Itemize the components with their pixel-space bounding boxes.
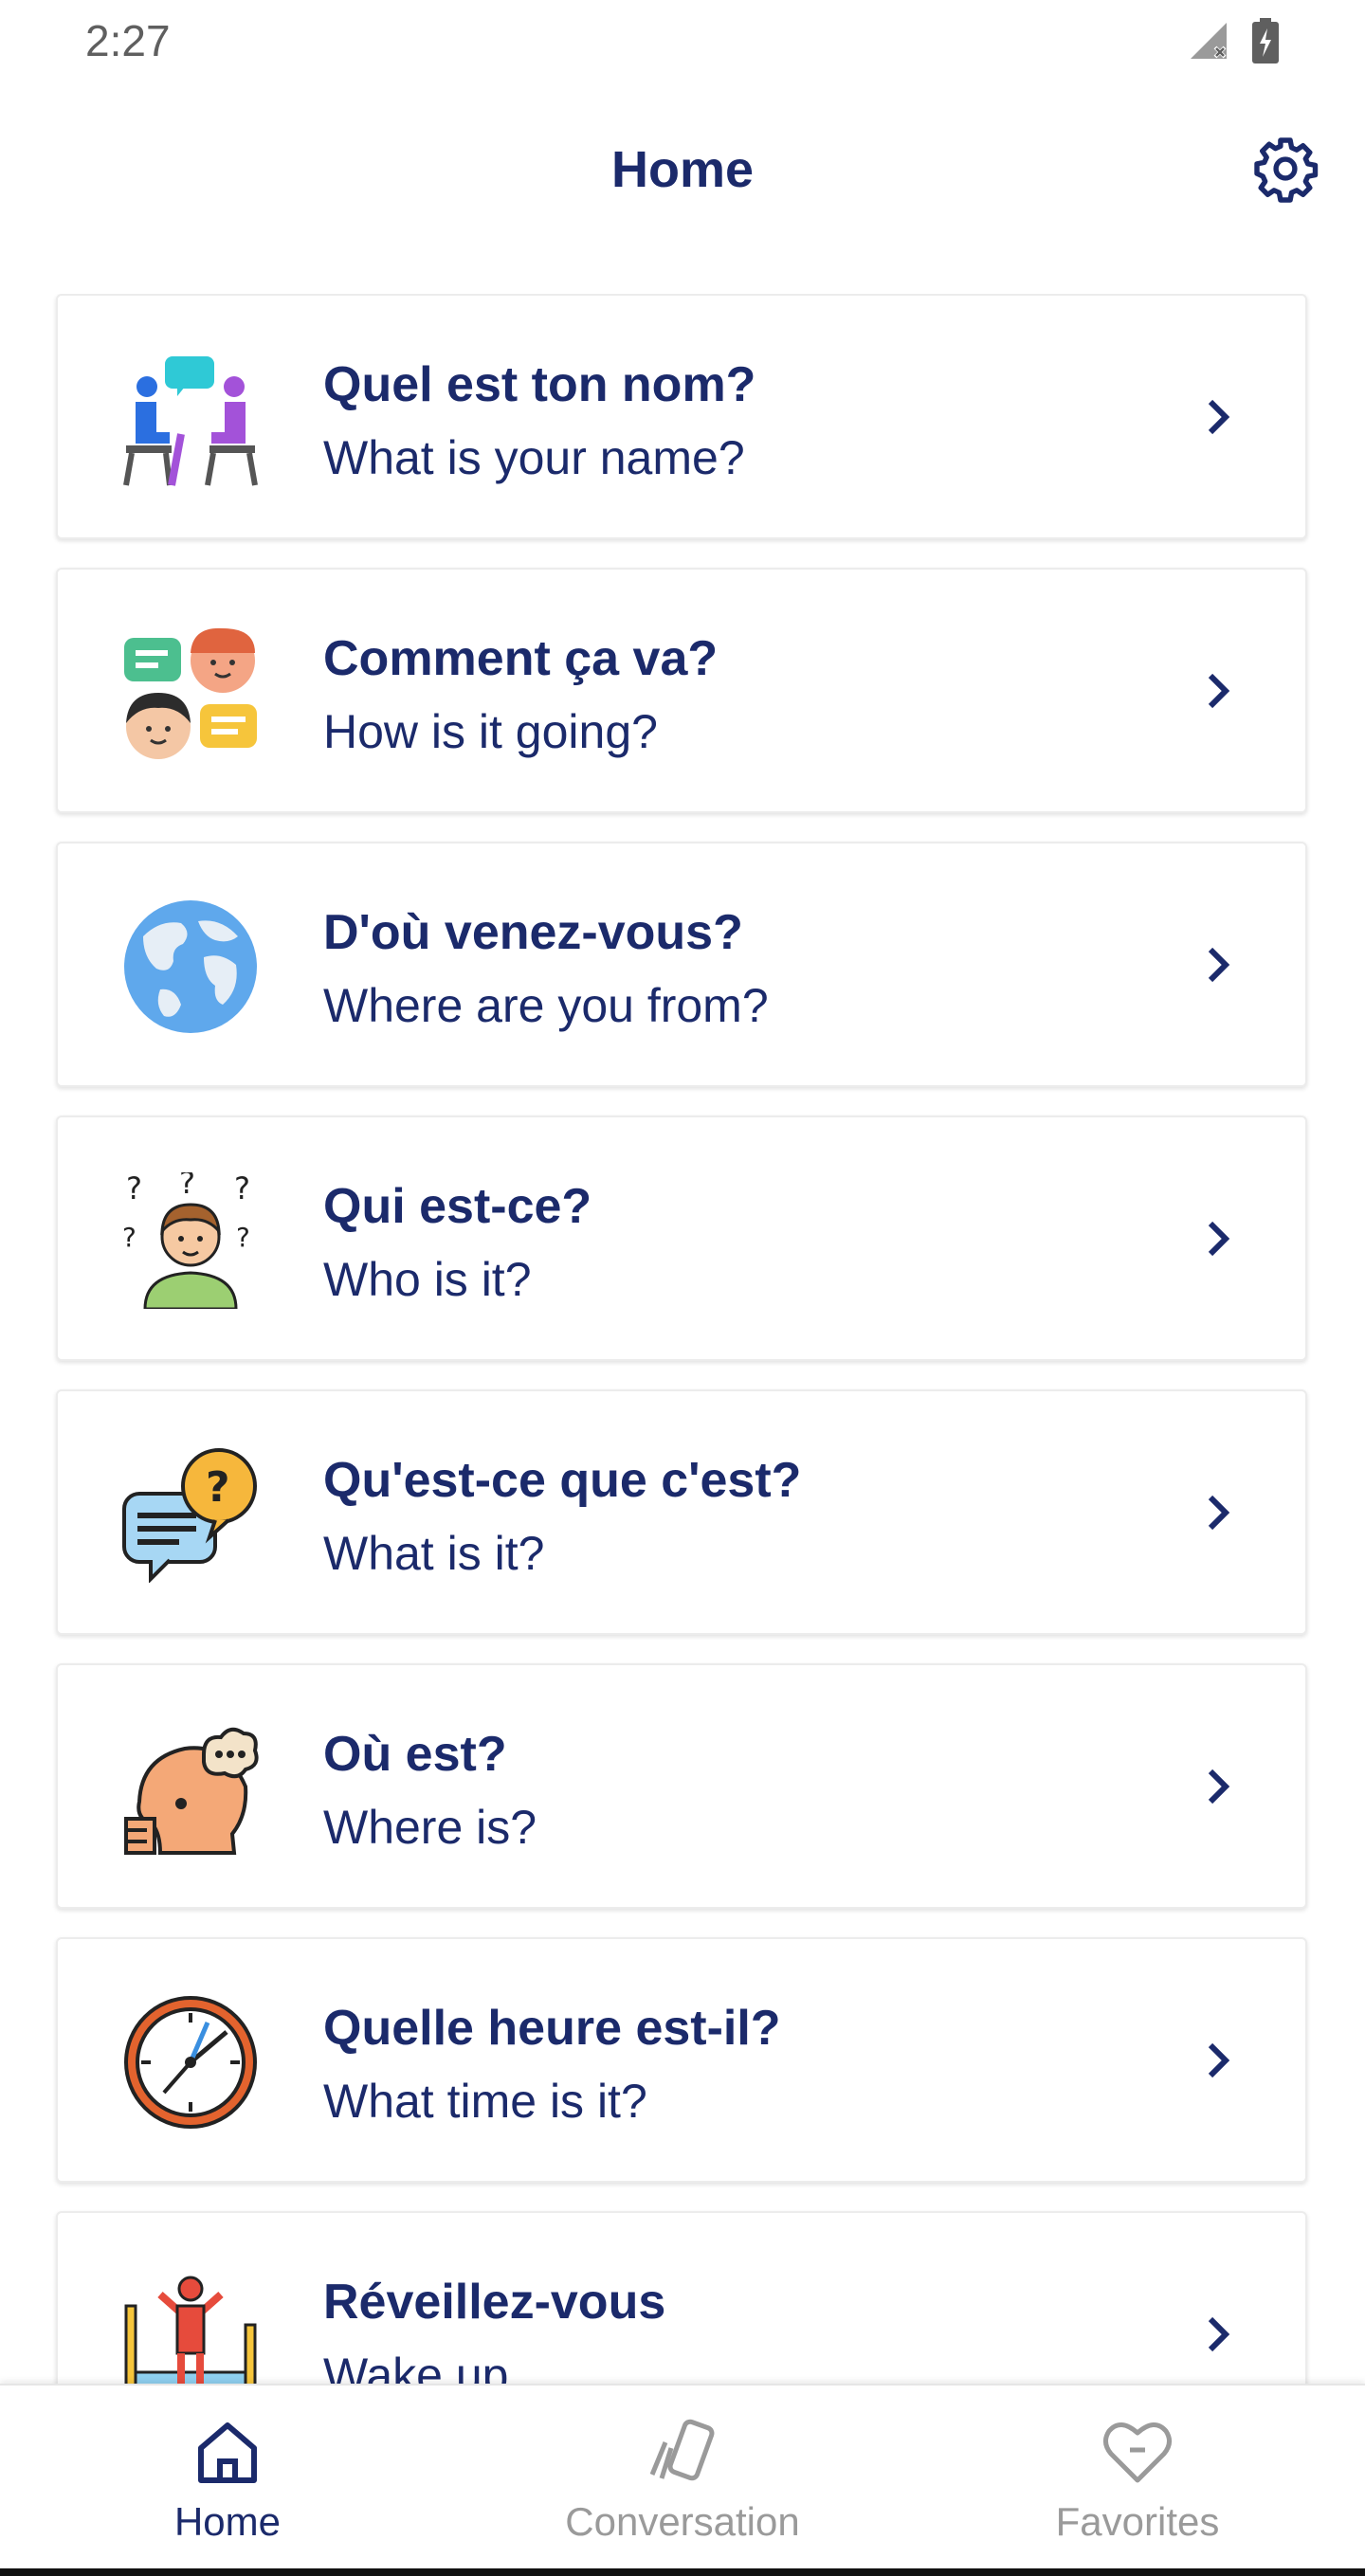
nav-conversation[interactable]: Conversation (455, 2386, 910, 2566)
system-nav-bar (0, 2568, 1365, 2576)
conversation-people-icon (122, 351, 259, 487)
wake-up-bed-icon (122, 2268, 259, 2384)
nav-home-label: Home (173, 2499, 282, 2544)
status-time: 2:27 (85, 16, 171, 65)
status-icons (1187, 17, 1280, 69)
chevron-right-icon (1190, 1758, 1247, 1815)
nav-favorites-label: Favorites (1055, 2499, 1220, 2544)
chevron-right-icon (1190, 1484, 1247, 1541)
lesson-title: Qu'est-ce que c'est? (323, 1453, 802, 1508)
lesson-card[interactable]: ? Qu'est-ce que c'est? What is it? (56, 1389, 1307, 1635)
lesson-subtitle: What is your name? (323, 431, 745, 484)
status-bar: 2:27 (0, 0, 1365, 85)
chevron-right-icon (1190, 389, 1247, 445)
chevron-right-icon (1190, 662, 1247, 719)
svg-text:?: ? (206, 1463, 230, 1512)
lesson-card[interactable]: Quelle heure est-il? What time is it? (56, 1937, 1307, 2183)
home-icon (190, 2414, 265, 2490)
lesson-title: Comment ça va? (323, 631, 719, 686)
bottom-nav: Home Conversation Favorites (0, 2384, 1365, 2576)
lesson-card[interactable]: Réveillez-vous Wake up (56, 2211, 1307, 2384)
lesson-card[interactable]: Où est? Where is? (56, 1663, 1307, 1909)
chevron-right-icon (1190, 1210, 1247, 1267)
thinking-person-icon: ? ? ? ? ? (122, 1172, 259, 1309)
svg-text:?: ? (236, 1222, 250, 1253)
lesson-subtitle: Wake up (323, 2349, 509, 2384)
lesson-title: Réveillez-vous (323, 2275, 666, 2330)
page-title: Home (610, 141, 755, 198)
lesson-card[interactable]: Quel est ton nom? What is your name? (56, 294, 1307, 539)
lesson-subtitle: What is it? (323, 1527, 545, 1580)
globe-icon (122, 898, 259, 1035)
nav-home[interactable]: Home (0, 2386, 455, 2566)
nav-favorites[interactable]: Favorites (910, 2386, 1365, 2566)
settings-button[interactable] (1247, 133, 1323, 209)
signal-off-icon (1187, 19, 1230, 67)
nav-conversation-label: Conversation (565, 2499, 800, 2544)
lesson-card[interactable]: D'où venez-vous? Where are you from? (56, 842, 1307, 1087)
cards-icon (645, 2414, 720, 2490)
lesson-card[interactable]: Comment ça va? How is it going? (56, 568, 1307, 813)
chevron-right-icon (1190, 936, 1247, 993)
lesson-subtitle: Where are you from? (323, 979, 769, 1032)
lesson-list: Quel est ton nom? What is your name? Com… (0, 294, 1365, 2384)
chevron-right-icon (1190, 2032, 1247, 2089)
lesson-card[interactable]: ? ? ? ? ? Qui est-ce? Who is it? (56, 1116, 1307, 1361)
battery-charging-icon (1251, 17, 1280, 69)
lesson-title: Où est? (323, 1727, 507, 1782)
svg-text:?: ? (179, 1172, 195, 1201)
lesson-title: Qui est-ce? (323, 1179, 592, 1234)
lesson-title: Quel est ton nom? (323, 357, 756, 412)
lesson-title: Quelle heure est-il? (323, 2001, 781, 2056)
question-bubble-icon: ? (122, 1446, 259, 1583)
lesson-subtitle: Where is? (323, 1801, 537, 1854)
lesson-title: D'où venez-vous? (323, 905, 743, 960)
svg-text:?: ? (126, 1172, 142, 1206)
svg-text:?: ? (234, 1172, 250, 1206)
gear-icon (1251, 135, 1320, 208)
chevron-right-icon (1190, 2306, 1247, 2363)
lesson-subtitle: How is it going? (323, 705, 658, 758)
lesson-subtitle: What time is it? (323, 2075, 647, 2128)
chat-faces-icon (122, 625, 259, 761)
lesson-subtitle: Who is it? (323, 1253, 532, 1306)
svg-text:?: ? (122, 1222, 136, 1253)
thinking-head-icon (122, 1720, 259, 1857)
heart-icon (1100, 2414, 1175, 2490)
app-bar: Home (0, 104, 1365, 237)
clock-icon (122, 1994, 259, 2131)
